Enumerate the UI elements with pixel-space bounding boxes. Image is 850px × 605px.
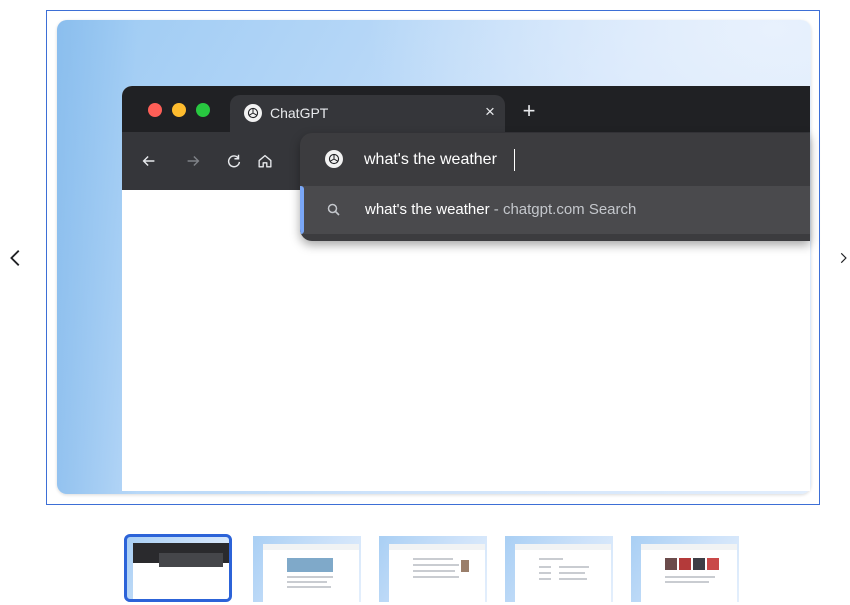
thumbnail-4[interactable] — [505, 536, 613, 602]
address-bar-dropdown: what's the weather - chatgpt.com Search — [300, 133, 810, 241]
thumbnail-dropdown-preview — [159, 553, 223, 567]
previous-arrow-button[interactable] — [2, 238, 30, 278]
thumbnail-1[interactable] — [124, 534, 232, 602]
thumbnail-page-preview — [389, 544, 485, 602]
minimize-window-button[interactable] — [172, 103, 186, 117]
home-button[interactable] — [254, 150, 276, 172]
close-tab-button[interactable]: × — [480, 102, 500, 122]
close-window-button[interactable] — [148, 103, 162, 117]
tab-chatgpt[interactable]: ChatGPT × — [230, 95, 505, 132]
address-bar-row[interactable] — [300, 133, 810, 185]
back-button[interactable] — [138, 150, 160, 172]
thumbnail-strip — [0, 534, 850, 605]
suggestion-separator: - — [489, 201, 503, 218]
chevron-left-icon — [10, 250, 20, 266]
chatgpt-logo-icon — [244, 104, 262, 122]
tab-strip: ChatGPT × + — [122, 86, 810, 132]
home-icon — [258, 154, 272, 168]
search-icon — [327, 203, 340, 216]
suggestion-destination: chatgpt.com Search — [502, 201, 637, 218]
chevron-right-icon — [840, 252, 847, 264]
text-caret — [514, 149, 515, 171]
chatgpt-logo-icon — [325, 150, 343, 168]
thumbnail-2[interactable] — [253, 536, 361, 602]
reload-icon — [227, 154, 241, 168]
screenshot-viewer: ChatGPT × + what's the weather what's th… — [0, 0, 850, 605]
suggestion-text: what's the weather - chatgpt.com Search — [365, 200, 636, 220]
forward-arrow-icon — [187, 155, 200, 167]
forward-button[interactable] — [182, 150, 204, 172]
thumbnail-page-preview — [641, 544, 737, 602]
thumbnail-3[interactable] — [379, 536, 487, 602]
tab-title: ChatGPT — [270, 105, 329, 121]
back-arrow-icon — [142, 155, 155, 167]
reload-button[interactable] — [223, 150, 245, 172]
omnibox-suggestion[interactable]: what's the weather - chatgpt.com Search — [300, 186, 810, 234]
next-arrow-button[interactable] — [836, 238, 850, 278]
suggestion-query: what's the weather — [365, 201, 490, 218]
selected-suggestion-indicator — [300, 186, 304, 234]
thumbnail-page-preview — [263, 544, 359, 602]
address-bar-input[interactable] — [364, 149, 784, 171]
new-tab-button[interactable]: + — [518, 100, 540, 122]
maximize-window-button[interactable] — [196, 103, 210, 117]
thumbnail-page-preview — [515, 544, 611, 602]
thumbnail-5[interactable] — [631, 536, 739, 602]
